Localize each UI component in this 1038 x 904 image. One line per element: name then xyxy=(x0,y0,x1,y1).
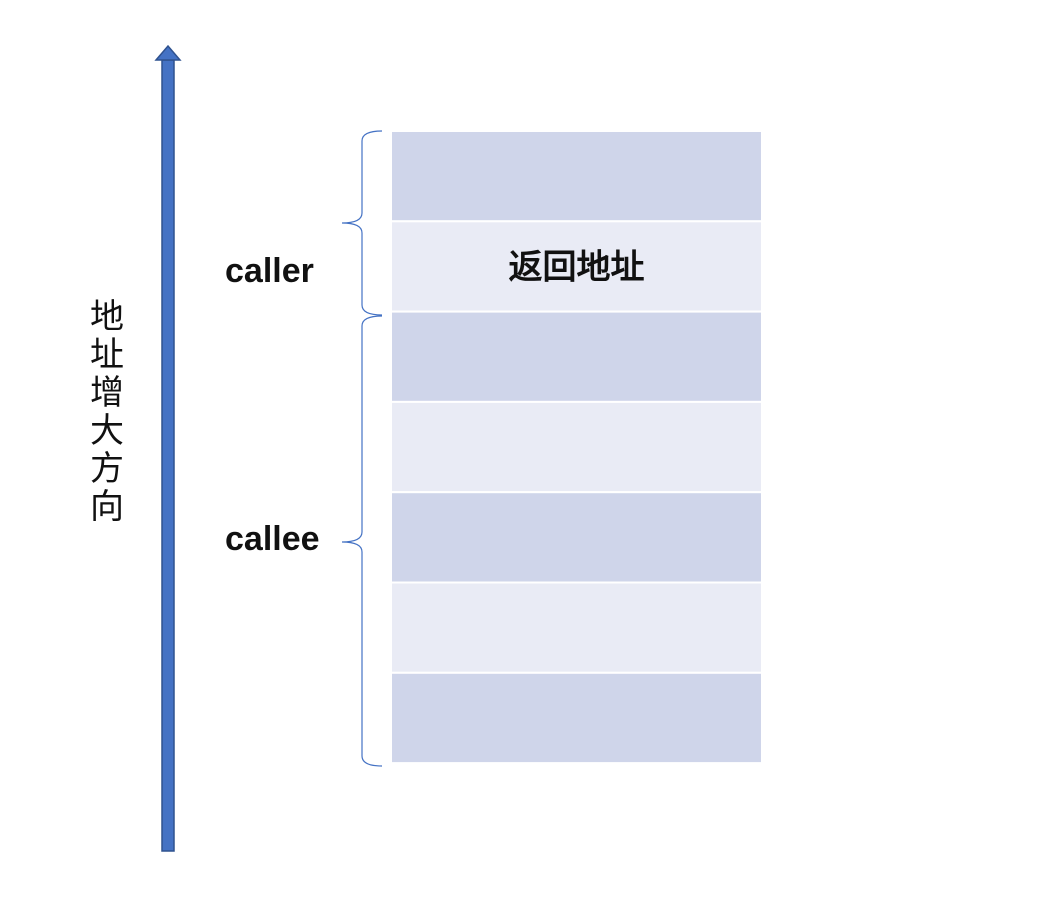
stack-cell xyxy=(390,130,763,223)
arrow-head xyxy=(154,44,182,61)
stack-cell xyxy=(390,491,763,584)
callee-bracket-line xyxy=(341,315,383,767)
address-direction-label: 地址增大方向 xyxy=(90,297,124,527)
callee-bracket xyxy=(341,315,383,767)
stack-cell xyxy=(390,581,763,674)
stack-frame-diagram: 地址增大方向 返回地址 caller callee xyxy=(90,44,763,852)
stack-cells: 返回地址 xyxy=(390,130,763,765)
caller-bracket-line xyxy=(341,130,383,316)
callee-label: callee xyxy=(225,520,320,558)
stack-cell xyxy=(390,671,763,765)
arrow-shaft xyxy=(161,59,175,852)
stack-cell xyxy=(390,400,763,494)
caller-bracket xyxy=(341,130,383,316)
return-address-label: 返回地址 xyxy=(509,247,645,287)
stack-cell xyxy=(390,310,763,403)
caller-label: caller xyxy=(225,252,314,290)
address-direction-arrow xyxy=(154,44,182,852)
